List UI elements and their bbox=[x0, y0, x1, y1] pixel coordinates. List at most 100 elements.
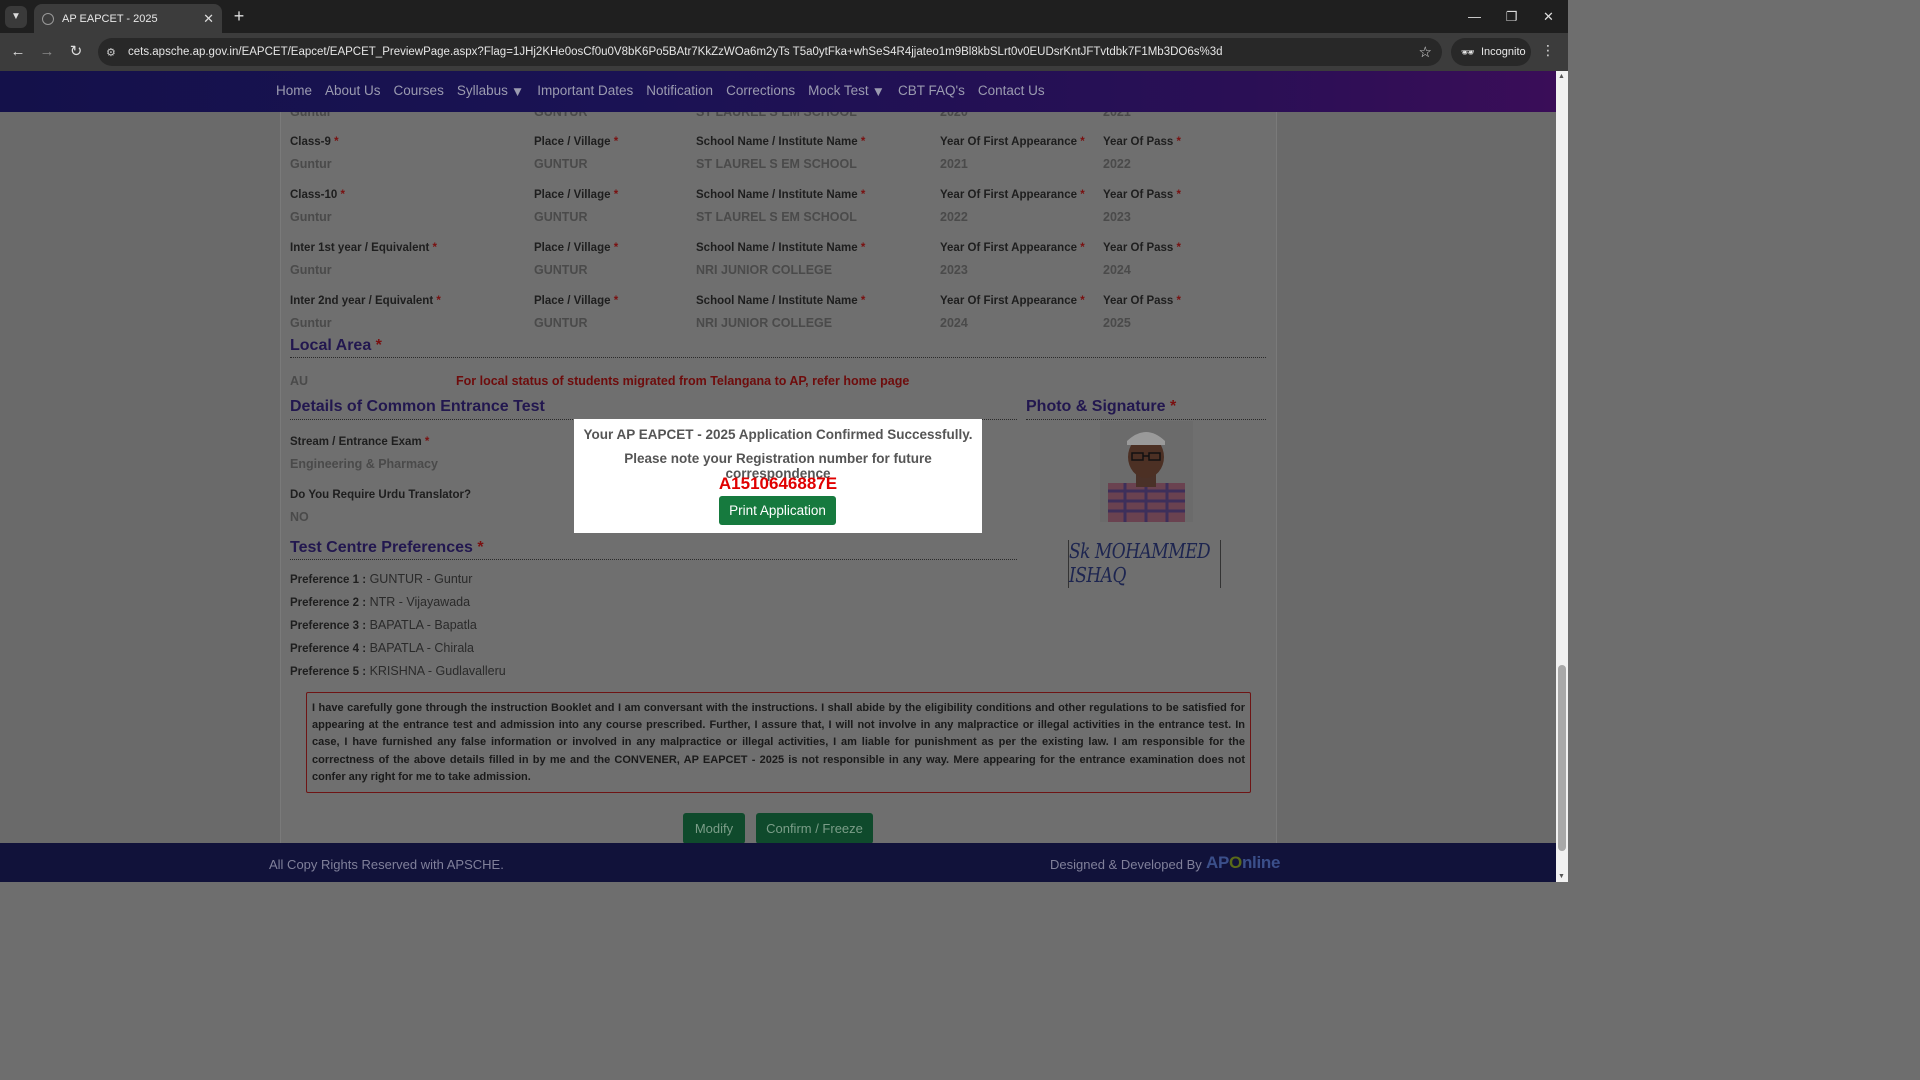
required-mark: * bbox=[1176, 136, 1182, 148]
star-icon[interactable]: ☆ bbox=[1419, 43, 1432, 61]
copyright-text: All Copy Rights Reserved with APSCHE. bbox=[269, 857, 504, 872]
partial-first-year-value: 2020 bbox=[940, 112, 968, 118]
urdu-label: Do You Require Urdu Translator? bbox=[290, 489, 472, 501]
nav-syllabus-label: Syllabus bbox=[456, 83, 508, 98]
browser-tabbar: ▼ AP EAPCET - 2025 ✕ + — ❐ ✕ bbox=[0, 0, 1568, 33]
school-value: ST LAUREL S EM SCHOOL bbox=[696, 157, 857, 171]
url-text[interactable]: cets.apsche.ap.gov.in/EAPCET/Eapcet/EAPC… bbox=[128, 46, 1398, 58]
required-mark: * bbox=[334, 136, 339, 148]
minimize-icon[interactable]: — bbox=[1456, 0, 1493, 33]
logo-part-o: O bbox=[1229, 853, 1242, 872]
nav-mock-test[interactable]: Mock Test ▼ bbox=[808, 83, 885, 99]
declaration-box: I have carefully gone through the instru… bbox=[306, 692, 1251, 793]
confirmation-message: Your AP EAPCET - 2025 Application Confir… bbox=[583, 427, 973, 442]
first-year-label-text: Year Of First Appearance bbox=[940, 189, 1077, 201]
pass-year-label: Year Of Pass * bbox=[1103, 136, 1181, 148]
nav-syllabus[interactable]: Syllabus ▼ bbox=[457, 83, 524, 99]
preference-item: Preference 5 : KRISHNA - Gudlavalleru bbox=[290, 664, 506, 678]
partial-school-value: ST LAUREL S EM SCHOOL bbox=[696, 112, 857, 118]
globe-icon bbox=[42, 12, 54, 25]
nav-about[interactable]: About Us bbox=[325, 83, 381, 99]
required-mark: * bbox=[613, 189, 619, 201]
preference-label: Preference 4 : bbox=[290, 643, 367, 655]
class-label: Class-10 * bbox=[290, 189, 345, 201]
class-value: Guntur bbox=[290, 157, 332, 171]
preference-value: BAPATLA - Chirala bbox=[369, 641, 474, 655]
required-mark: * bbox=[436, 295, 441, 307]
pass-year-label-text: Year Of Pass bbox=[1103, 189, 1174, 201]
back-icon[interactable]: ← bbox=[8, 42, 28, 62]
reload-icon[interactable]: ↻ bbox=[66, 42, 86, 62]
preference-label: Preference 1 : bbox=[290, 574, 367, 586]
address-bar[interactable]: ⚙ cets.apsche.ap.gov.in/EAPCET/Eapcet/EA… bbox=[98, 38, 1442, 66]
preference-label: Preference 2 : bbox=[290, 597, 367, 609]
place-label-text: Place / Village bbox=[534, 189, 611, 201]
logo-part-a: AP bbox=[1206, 853, 1230, 872]
page-scrollbar[interactable]: ▲ ▼ bbox=[1556, 71, 1568, 882]
nav-home[interactable]: Home bbox=[276, 83, 312, 99]
urdu-value: NO bbox=[290, 510, 309, 524]
restore-icon[interactable]: ❐ bbox=[1493, 0, 1530, 33]
browser-tab[interactable]: AP EAPCET - 2025 ✕ bbox=[34, 4, 222, 33]
nav-important-dates[interactable]: Important Dates bbox=[537, 83, 633, 99]
required-mark: * bbox=[860, 136, 866, 148]
class-label-text: Class-9 bbox=[290, 136, 331, 148]
window-close-icon[interactable]: ✕ bbox=[1530, 0, 1567, 33]
confirm-freeze-button[interactable]: Confirm / Freeze bbox=[756, 813, 873, 844]
first-year-label-text: Year Of First Appearance bbox=[940, 295, 1077, 307]
photo-title: Photo & Signature * bbox=[1026, 398, 1176, 416]
local-area-title: Local Area * bbox=[290, 337, 382, 355]
scroll-down-icon[interactable]: ▼ bbox=[1558, 873, 1565, 880]
pass-year-label: Year Of Pass * bbox=[1103, 242, 1181, 254]
plus-icon[interactable]: + bbox=[230, 6, 248, 27]
nav-notification[interactable]: Notification bbox=[646, 83, 713, 99]
scroll-up-icon[interactable]: ▲ bbox=[1558, 73, 1565, 80]
school-value: ST LAUREL S EM SCHOOL bbox=[696, 210, 857, 224]
nav-courses[interactable]: Courses bbox=[394, 83, 444, 99]
incognito-badge[interactable]: 🕶 Incognito bbox=[1451, 38, 1531, 66]
close-icon[interactable]: ✕ bbox=[203, 11, 214, 27]
local-status-note: For local status of students migrated fr… bbox=[456, 374, 910, 388]
print-application-button[interactable]: Print Application bbox=[719, 496, 836, 525]
required-mark: * bbox=[432, 242, 438, 254]
caret-down-icon: ▼ bbox=[871, 83, 886, 99]
place-value: GUNTUR bbox=[534, 316, 588, 330]
scroll-thumb[interactable] bbox=[1558, 665, 1566, 851]
pass-year-label-text: Year Of Pass bbox=[1103, 136, 1174, 148]
cet-title: Details of Common Entrance Test bbox=[290, 398, 545, 415]
aponline-logo[interactable]: APOnline bbox=[1206, 853, 1280, 873]
test-centre-title-text: Test Centre Preferences bbox=[290, 539, 473, 556]
school-label: School Name / Institute Name * bbox=[696, 295, 865, 307]
photo-title-text: Photo & Signature bbox=[1026, 398, 1166, 415]
forward-icon[interactable]: → bbox=[37, 42, 57, 62]
nav-cbt-faq[interactable]: CBT FAQ's bbox=[898, 83, 965, 99]
confirmation-modal: Your AP EAPCET - 2025 Application Confir… bbox=[574, 419, 982, 533]
nav-contact[interactable]: Contact Us bbox=[978, 83, 1045, 99]
site-info-icon[interactable]: ⚙ bbox=[106, 46, 120, 59]
required-mark: * bbox=[613, 136, 619, 148]
first-year-label: Year Of First Appearance * bbox=[940, 295, 1085, 307]
incognito-icon: 🕶 bbox=[1461, 46, 1475, 59]
preference-value: NTR - Vijayawada bbox=[369, 595, 471, 609]
preference-item: Preference 2 : NTR - Vijayawada bbox=[290, 595, 470, 609]
browser-toolbar: ← → ↻ ⚙ cets.apsche.ap.gov.in/EAPCET/Eap… bbox=[0, 33, 1568, 71]
first-year-label: Year Of First Appearance * bbox=[940, 189, 1085, 201]
school-label-text: School Name / Institute Name bbox=[696, 189, 858, 201]
site-navbar: Home About Us Courses Syllabus ▼ Importan… bbox=[0, 71, 1556, 112]
place-label: Place / Village * bbox=[534, 295, 618, 307]
pass-year-value: 2024 bbox=[1103, 263, 1131, 277]
pass-year-label-text: Year Of Pass bbox=[1103, 295, 1174, 307]
registration-number: A1510646887E bbox=[718, 474, 838, 493]
preference-value: KRISHNA - Gudlavalleru bbox=[369, 664, 506, 678]
place-value: GUNTUR bbox=[534, 157, 588, 171]
local-area-value: AU bbox=[290, 374, 309, 388]
pass-year-label: Year Of Pass * bbox=[1103, 295, 1181, 307]
required-mark: * bbox=[613, 295, 619, 307]
place-label: Place / Village * bbox=[534, 189, 618, 201]
tab-list-icon[interactable]: ▼ bbox=[5, 5, 27, 28]
modify-button[interactable]: Modify bbox=[683, 813, 745, 844]
first-year-value: 2023 bbox=[940, 263, 968, 277]
menu-icon[interactable]: ⋮ bbox=[1541, 42, 1555, 59]
class-label-text: Inter 2nd year / Equivalent bbox=[290, 295, 434, 307]
nav-corrections[interactable]: Corrections bbox=[726, 83, 795, 99]
